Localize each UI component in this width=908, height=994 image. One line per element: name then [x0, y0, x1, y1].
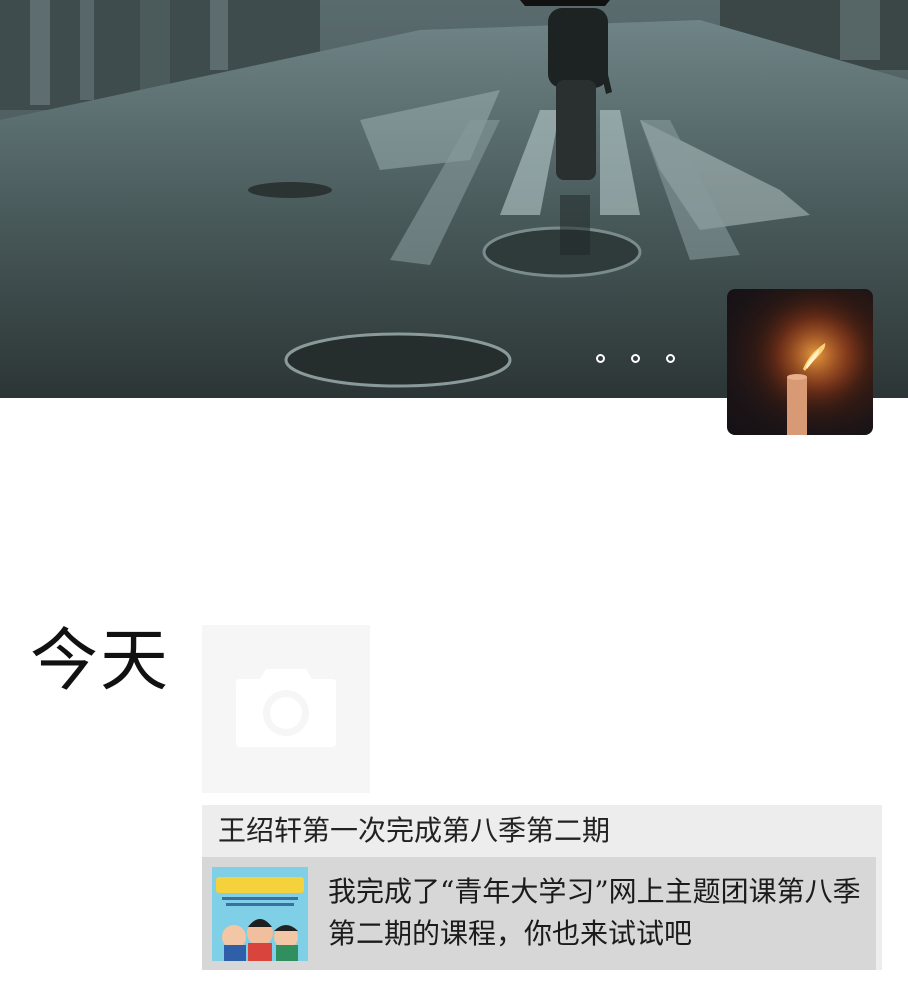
- shared-link-card[interactable]: 我完成了“青年大学习”网上主题团课第八季第二期的课程，你也来试试吧: [202, 857, 876, 970]
- post-text: 王绍轩第一次完成第八季第二期: [218, 814, 611, 847]
- candle-icon: [727, 289, 873, 435]
- photo-post-thumbnail[interactable]: [202, 625, 370, 793]
- carousel-dots[interactable]: [596, 354, 675, 363]
- link-title: 我完成了“青年大学习”网上主题团课第八季第二期的课程，你也来试试吧: [328, 875, 861, 950]
- profile-avatar[interactable]: [727, 289, 873, 435]
- post-date-label: 今天: [30, 622, 171, 701]
- carousel-dot[interactable]: [666, 354, 675, 363]
- carousel-dot[interactable]: [631, 354, 640, 363]
- moments-page: 今天 王绍轩第一次完成第八季第二期 我完成了“青年大学习”网上主题团课第八季第二…: [0, 0, 908, 994]
- carousel-dot[interactable]: [596, 354, 605, 363]
- camera-icon: [236, 669, 336, 747]
- youth-study-thumbnail-image: [212, 867, 308, 961]
- shared-link-post: 王绍轩第一次完成第八季第二期 我完成了“青年大学习”网上主题团课第八季第二期的课…: [202, 805, 882, 970]
- link-thumbnail: [212, 867, 308, 961]
